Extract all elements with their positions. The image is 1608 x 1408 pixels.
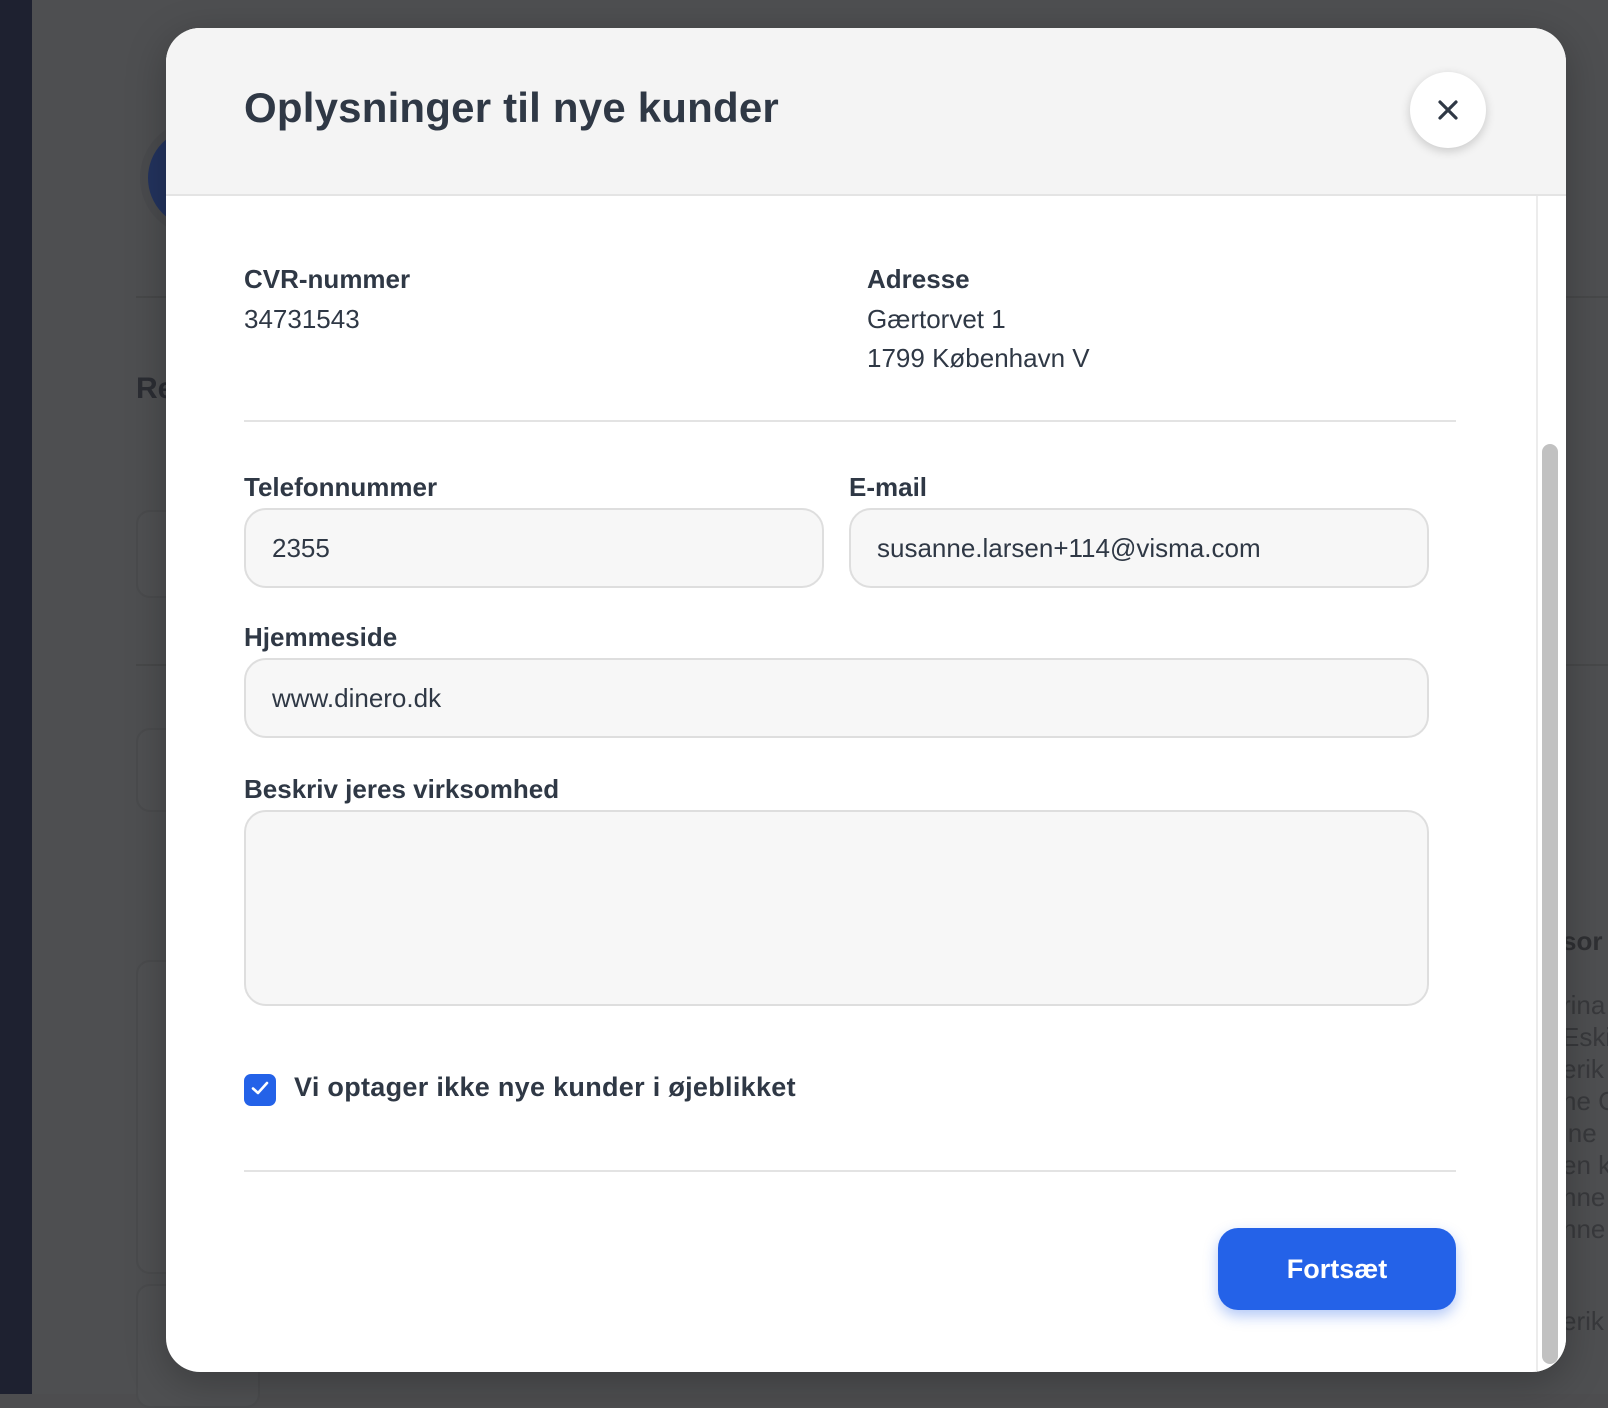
cvr-label: CVR-nummer xyxy=(244,264,411,294)
not-accepting-checkbox[interactable] xyxy=(244,1074,276,1106)
address-line-2: 1799 København V xyxy=(867,343,1090,373)
background-right-text: erik xyxy=(1562,1054,1604,1084)
dialog-header: Oplysninger til nye kunder xyxy=(166,28,1566,196)
section-divider xyxy=(244,420,1456,422)
background-sidebar xyxy=(0,0,32,1394)
background-right-text: ine xyxy=(1562,1118,1597,1148)
footer-divider xyxy=(244,1170,1456,1172)
close-icon xyxy=(1436,98,1460,122)
checkmark-icon xyxy=(249,1077,271,1104)
continue-button[interactable]: Fortsæt xyxy=(1218,1228,1456,1310)
email-input[interactable] xyxy=(849,508,1429,588)
background-right-text: nne xyxy=(1562,1214,1606,1244)
cvr-value: 34731543 xyxy=(244,304,360,334)
address-label: Adresse xyxy=(867,264,970,294)
background-right-text: en k xyxy=(1562,1150,1608,1180)
close-button[interactable] xyxy=(1410,72,1486,148)
address-line-1: Gærtorvet 1 xyxy=(867,304,1006,334)
background-right-text: ne C xyxy=(1562,1086,1608,1116)
dialog-scrollbar-thumb[interactable] xyxy=(1542,444,1558,1364)
website-label: Hjemmeside xyxy=(244,622,398,652)
background-right-text: Eski xyxy=(1562,1022,1608,1052)
phone-label: Telefonnummer xyxy=(244,472,438,502)
description-label: Beskriv jeres virksomhed xyxy=(244,774,560,804)
email-label: E-mail xyxy=(849,472,928,502)
background-right-text: nne xyxy=(1562,1182,1606,1212)
background-right-text: rina xyxy=(1562,990,1606,1020)
description-textarea[interactable] xyxy=(244,810,1429,1006)
phone-input[interactable] xyxy=(244,508,824,588)
not-accepting-label[interactable]: Vi optager ikke nye kunder i øjeblikket xyxy=(294,1072,796,1103)
background-right-text: erik xyxy=(1562,1306,1604,1336)
website-input[interactable] xyxy=(244,658,1429,738)
background-right-heading: sor xyxy=(1562,926,1603,956)
new-customers-dialog: Oplysninger til nye kunder CVR-nummer 34… xyxy=(166,28,1566,1372)
dialog-title: Oplysninger til nye kunder xyxy=(244,84,779,131)
